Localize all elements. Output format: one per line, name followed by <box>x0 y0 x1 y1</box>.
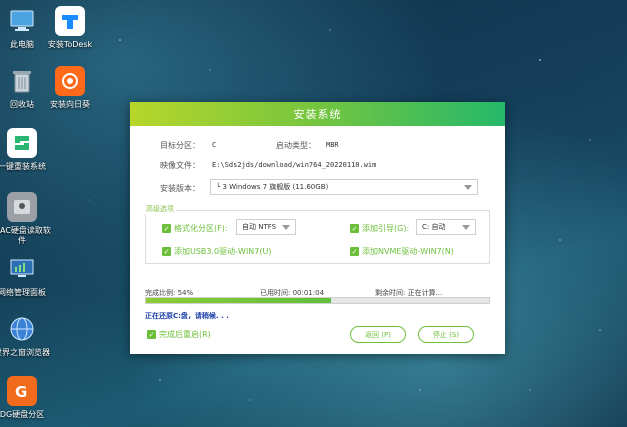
desktop-icon-label: 回收站 <box>10 100 34 109</box>
hard-drive-icon <box>7 192 37 222</box>
add-boot-label: 添加引导(G): <box>362 224 410 233</box>
version-select[interactable]: └ 3 Windows 7 旗舰版 (11.60GB) <box>210 179 478 195</box>
chevron-down-icon <box>462 225 470 230</box>
image-file-label: 映像文件： <box>160 161 200 170</box>
nvme-driver-label: 添加NVME驱动-WIN7(N) <box>362 247 454 256</box>
boot-type-label: 启动类型： <box>276 141 316 150</box>
desktop-icon-label: DG硬盘分区 <box>0 410 45 419</box>
version-select-value: └ 3 Windows 7 旗舰版 (11.60GB) <box>216 183 329 191</box>
desktop-icon-label: 此电脑 <box>10 40 34 49</box>
desktop-icon-todesk[interactable]: 安装ToDesk <box>38 6 102 50</box>
boot-type-value: MBR <box>326 141 339 149</box>
image-file-value: E:\Sds2jds/download/win764_20220110.wim <box>212 161 377 169</box>
desktop-icon-sunlogin[interactable]: 安装向日葵 <box>38 66 102 110</box>
nvme-driver-checkbox[interactable]: ✓ 添加NVME驱动-WIN7(N) <box>350 246 454 257</box>
desktop-icon-reinstall[interactable]: 一键重装系统 <box>0 128 54 172</box>
checkmark-icon: ✓ <box>147 330 156 339</box>
checkmark-icon: ✓ <box>162 224 171 233</box>
todesk-icon <box>55 6 85 36</box>
desktop-icon-label: MAC硬盘读取软件 <box>0 226 51 245</box>
back-button[interactable]: 返回 (P) <box>350 326 406 343</box>
boot-select[interactable]: C: 自动 <box>416 219 476 235</box>
reboot-label: 完成后重启(R) <box>159 330 211 339</box>
recycle-bin-icon <box>7 66 37 96</box>
checkmark-icon: ✓ <box>350 224 359 233</box>
install-dialog: 安装系统 目标分区： C 启动类型： MBR 映像文件： E:\Sds2jds/… <box>130 102 505 354</box>
format-select[interactable]: 自动 NTFS <box>236 219 296 235</box>
target-partition-label: 目标分区： <box>160 141 200 150</box>
add-boot-checkbox[interactable]: ✓ 添加引导(G): <box>350 223 409 234</box>
advanced-options-title: 高级选项 <box>144 204 176 214</box>
usb3-driver-checkbox[interactable]: ✓ 添加USB3.0驱动-WIN7(U) <box>162 246 271 257</box>
desktop-icon-label: 安装向日葵 <box>50 100 90 109</box>
desktop-icon-label: 一键重装系统 <box>0 162 46 171</box>
progress-bar-fill <box>146 298 332 303</box>
format-partition-checkbox[interactable]: ✓ 格式化分区(F): <box>162 223 228 234</box>
format-select-value: 自动 NTFS <box>242 223 277 231</box>
chevron-down-icon <box>464 185 472 190</box>
desktop-icon-network[interactable]: 网络管理面板 <box>0 254 54 298</box>
reinstall-icon <box>7 128 37 158</box>
sunflower-icon <box>55 66 85 96</box>
desktop-icon-mac-reader[interactable]: MAC硬盘读取软件 <box>0 192 54 246</box>
dialog-title: 安装系统 <box>130 102 505 126</box>
desktop-icon-label: 网络管理面板 <box>0 288 46 297</box>
usb3-driver-label: 添加USB3.0驱动-WIN7(U) <box>174 247 272 256</box>
boot-select-value: C: 自动 <box>422 223 446 231</box>
globe-icon <box>7 314 37 344</box>
stop-button[interactable]: 停止 (S) <box>418 326 474 343</box>
computer-icon <box>7 6 37 36</box>
svg-text:G: G <box>15 383 27 401</box>
progress-bar <box>145 297 490 304</box>
desktop-icon-browser[interactable]: 世界之窗浏览器 <box>0 314 54 358</box>
desktop-icon-label: 世界之窗浏览器 <box>0 348 50 357</box>
checkmark-icon: ✓ <box>350 247 359 256</box>
chevron-down-icon <box>282 225 290 230</box>
status-text: 正在还原C:盘，请稍候. . . <box>145 312 229 320</box>
version-label: 安装版本： <box>160 184 200 193</box>
format-partition-label: 格式化分区(F): <box>174 224 228 233</box>
checkmark-icon: ✓ <box>162 247 171 256</box>
network-icon <box>7 254 37 284</box>
diskgenius-icon: G <box>7 376 37 406</box>
target-partition-value: C <box>212 141 217 149</box>
reboot-checkbox[interactable]: ✓ 完成后重启(R) <box>147 329 211 340</box>
desktop-icon-label: 安装ToDesk <box>47 40 93 49</box>
desktop-icon-diskgenius[interactable]: G DG硬盘分区 <box>0 376 54 420</box>
